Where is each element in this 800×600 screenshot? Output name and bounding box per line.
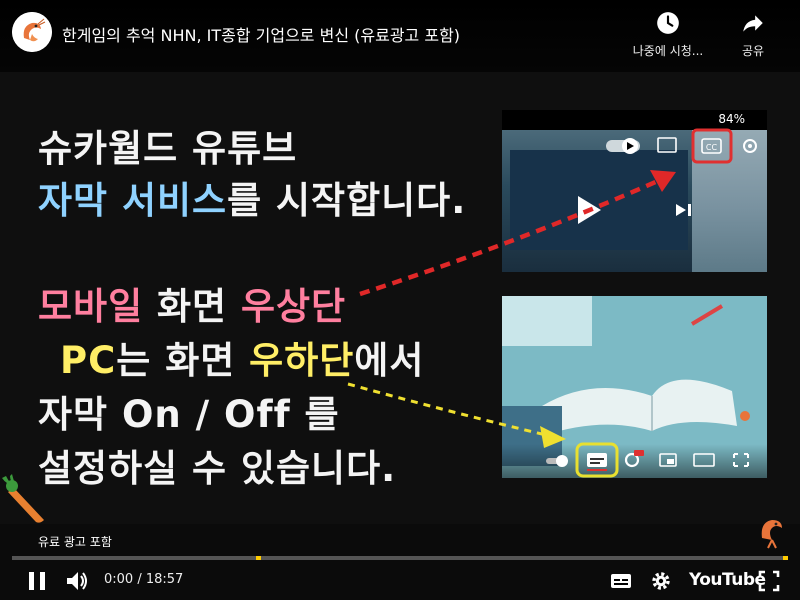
video-title[interactable]: 한게임의 추억 NHN, IT종합 기업으로 변신 (유료광고 포함) — [62, 22, 460, 46]
ad-disclosure-label: 유료 광고 포함 — [38, 535, 112, 549]
subtitles-icon[interactable] — [608, 568, 634, 594]
channel-avatar[interactable] — [12, 12, 52, 52]
video-player[interactable]: 한게임의 추억 NHN, IT종합 기업으로 변신 (유료광고 포함) 나중에 … — [0, 0, 800, 600]
watch-later-button[interactable]: 나중에 시청... — [623, 10, 713, 59]
volume-icon[interactable] — [64, 568, 90, 594]
slide-text: 화면 — [143, 285, 241, 328]
slide-line-2: 자막 서비스를 시작합니다. — [38, 170, 466, 224]
slide-line-5: 자막 On / Off 를 — [38, 393, 340, 436]
slide-highlight-pc: PC — [60, 339, 117, 382]
share-button[interactable]: 공유 — [708, 10, 798, 59]
slide-line-1: 슈카월드 유튜브 — [38, 127, 298, 170]
slide-text: 를 시작합니다. — [227, 179, 467, 222]
slide-text: 는 화면 — [116, 339, 250, 382]
youtube-logo[interactable]: YouTube — [689, 570, 766, 590]
slide-text: 에서 — [354, 339, 425, 382]
slide-highlight-caption-service: 자막 서비스 — [38, 179, 228, 222]
svg-text:CC: CC — [706, 143, 718, 152]
mobile-screenshot: 84% CC — [502, 110, 767, 272]
slide-highlight-top-right: 우상단 — [240, 285, 347, 328]
gear-icon[interactable] — [648, 568, 674, 594]
share-label: 공유 — [741, 44, 765, 58]
pause-icon[interactable] — [24, 568, 50, 594]
shrimp-logo-icon — [12, 12, 52, 52]
slide-line-6: 설정하실 수 있습니다. — [38, 447, 397, 490]
pc-screenshot — [502, 296, 767, 478]
phone-overlay-icons: CC — [578, 128, 757, 224]
slide-highlight-mobile: 모바일 — [38, 285, 144, 328]
clock-icon — [657, 12, 679, 34]
video-frame[interactable]: 슈카월드 유튜브 자막 서비스를 시작합니다. 모바일 화면 우상단 PC는 화… — [0, 72, 800, 549]
slide-line-4: PC는 화면 우하단에서 — [60, 330, 424, 384]
top-bar: 한게임의 추억 NHN, IT종합 기업으로 변신 (유료광고 포함) 나중에 … — [0, 0, 800, 72]
carrot-icon — [2, 474, 44, 523]
watch-later-label: 나중에 시청... — [632, 44, 704, 58]
slide-highlight-bottom-right: 우하단 — [249, 339, 355, 382]
time-display: 0:00 / 18:57 — [104, 572, 184, 587]
pc-overlay-icons — [546, 442, 749, 478]
slide-line-3: 모바일 화면 우상단 — [38, 276, 346, 330]
shrimp-mascot-icon — [761, 520, 782, 549]
share-arrow-icon — [743, 15, 763, 32]
